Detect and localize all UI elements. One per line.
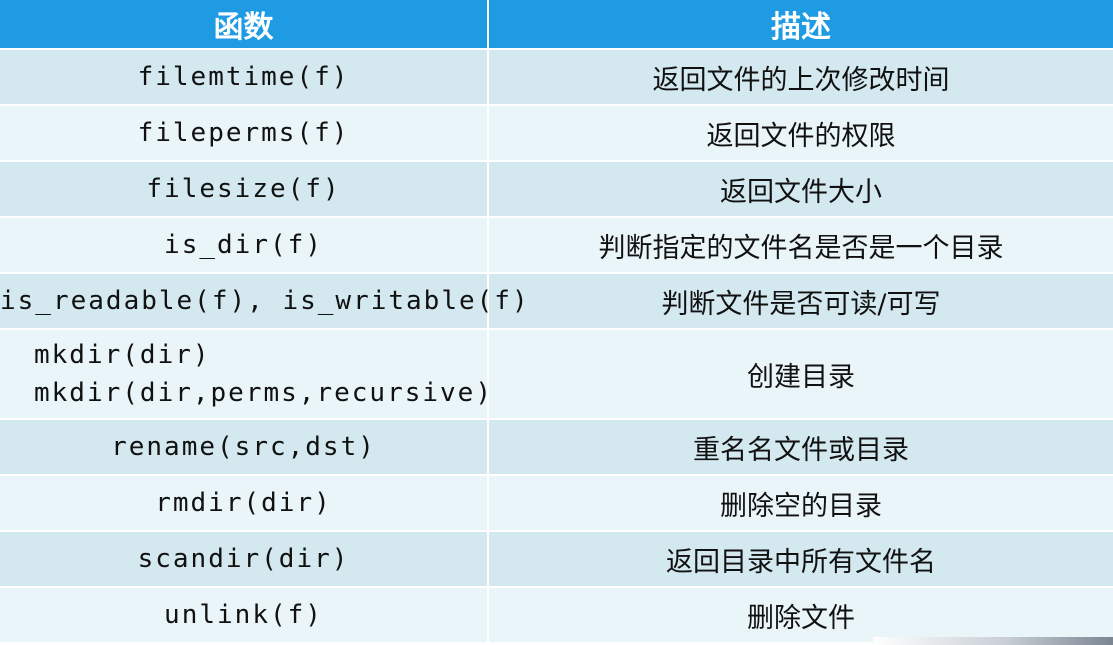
table-row: is_readable(f), is_writable(f) 判断文件是否可读/… bbox=[0, 272, 1113, 329]
function-name: rmdir(dir) bbox=[155, 488, 332, 518]
table-row: filesize(f) 返回文件大小 bbox=[0, 160, 1113, 217]
function-cell: scandir(dir) bbox=[0, 530, 489, 587]
description-cell: 判断指定的文件名是否是一个目录 bbox=[488, 216, 1113, 273]
description-cell: 重名名文件或目录 bbox=[488, 418, 1113, 475]
description-cell: 删除空的目录 bbox=[488, 474, 1113, 531]
function-name: filesize(f) bbox=[146, 174, 341, 204]
header-row: 函数 描述 bbox=[0, 0, 1113, 49]
function-name: unlink(f) bbox=[164, 600, 323, 630]
function-cell: unlink(f) bbox=[0, 586, 489, 642]
table-row: unlink(f) 删除文件 bbox=[0, 586, 1113, 642]
function-table: 函数 描述 filemtime(f) 返回文件的上次修改时间 fileperms… bbox=[0, 0, 1113, 642]
function-name: filemtime(f) bbox=[137, 62, 350, 92]
function-cell: is_readable(f), is_writable(f) bbox=[0, 272, 530, 329]
table-row: rmdir(dir) 删除空的目录 bbox=[0, 474, 1113, 531]
header-description: 描述 bbox=[488, 0, 1113, 49]
table-row: scandir(dir) 返回目录中所有文件名 bbox=[0, 530, 1113, 587]
function-cell: fileperms(f) bbox=[0, 104, 489, 161]
table-row: is_dir(f) 判断指定的文件名是否是一个目录 bbox=[0, 216, 1113, 273]
function-name: scandir(dir) bbox=[137, 544, 350, 574]
description-cell: 删除文件 bbox=[488, 586, 1113, 642]
function-cell: mkdir(dir) mkdir(dir,perms,recursive) bbox=[0, 328, 493, 419]
function-cell: is_dir(f) bbox=[0, 216, 489, 273]
function-name: is_readable(f), is_writable(f) bbox=[0, 286, 530, 316]
header-function: 函数 bbox=[0, 0, 489, 49]
table-row: filemtime(f) 返回文件的上次修改时间 bbox=[0, 48, 1113, 105]
description-cell: 返回文件的权限 bbox=[488, 104, 1113, 161]
table-row: rename(src,dst) 重名名文件或目录 bbox=[0, 418, 1113, 475]
table-row: mkdir(dir) mkdir(dir,perms,recursive) 创建… bbox=[0, 328, 1113, 419]
function-cell: rename(src,dst) bbox=[0, 418, 489, 475]
description-cell: 判断文件是否可读/可写 bbox=[488, 272, 1113, 329]
function-cell: filemtime(f) bbox=[0, 48, 489, 105]
function-name: mkdir(dir,perms,recursive) bbox=[34, 378, 493, 408]
function-cell: filesize(f) bbox=[0, 160, 489, 217]
function-name: is_dir(f) bbox=[164, 230, 323, 260]
function-cell: rmdir(dir) bbox=[0, 474, 489, 531]
description-cell: 创建目录 bbox=[488, 328, 1113, 419]
function-name: mkdir(dir) bbox=[34, 340, 211, 370]
table-header: 函数 描述 bbox=[0, 0, 1113, 49]
function-table-container: 函数 描述 filemtime(f) 返回文件的上次修改时间 fileperms… bbox=[0, 0, 1113, 642]
table-row: fileperms(f) 返回文件的权限 bbox=[0, 104, 1113, 161]
description-cell: 返回目录中所有文件名 bbox=[488, 530, 1113, 587]
description-cell: 返回文件大小 bbox=[488, 160, 1113, 217]
function-name: rename(src,dst) bbox=[111, 432, 376, 462]
background-image-fragment bbox=[873, 637, 1113, 645]
function-name: fileperms(f) bbox=[137, 118, 350, 148]
description-cell: 返回文件的上次修改时间 bbox=[488, 48, 1113, 105]
table-body: filemtime(f) 返回文件的上次修改时间 fileperms(f) 返回… bbox=[0, 48, 1113, 642]
